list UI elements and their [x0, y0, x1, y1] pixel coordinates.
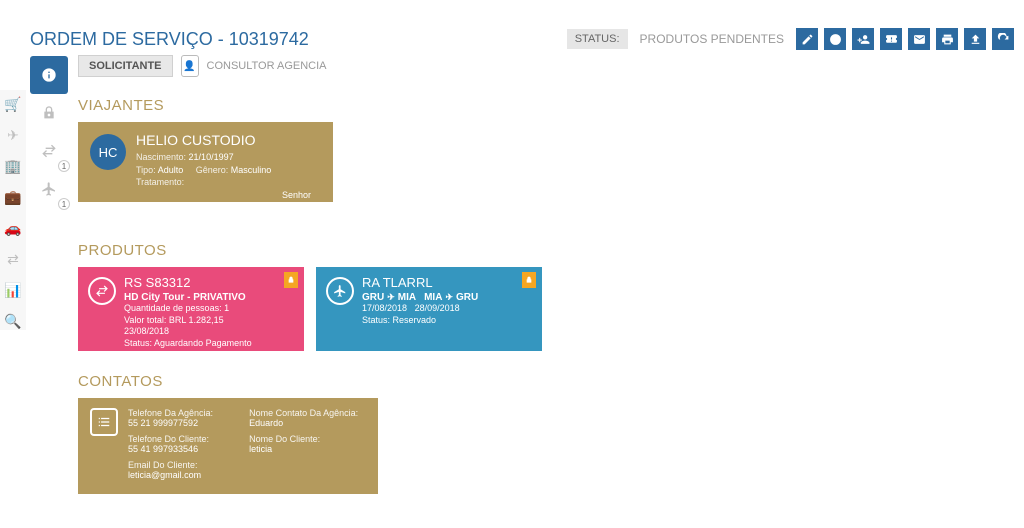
content-area: SOLICITANTE 👤 CONSULTOR AGENCIA VIAJANTE… — [78, 55, 1014, 528]
warning-tag-icon — [522, 272, 536, 288]
flight-route: GRU✈MIA MIA✈GRU — [362, 292, 478, 303]
status-value: PRODUTOS PENDENTES — [634, 28, 790, 50]
traveler-avatar: HC — [90, 134, 126, 170]
contacts-card[interactable]: Telefone Da Agência: 55 21 999977592 Nom… — [78, 398, 378, 494]
transfer-product-icon — [88, 277, 116, 305]
order-tabs: 1 1 — [28, 56, 70, 208]
client-phone-value: 55 41 997933546 — [128, 444, 237, 454]
requester-button[interactable]: SOLICITANTE — [78, 55, 173, 77]
traveler-info: HELIO CUSTODIO Nascimento: 21/10/1997 Ti… — [136, 132, 321, 192]
traveler-card[interactable]: HC HELIO CUSTODIO Nascimento: 21/10/1997… — [78, 122, 333, 202]
product-name: HD City Tour - PRIVATIVO — [124, 292, 252, 303]
voucher-button[interactable] — [880, 28, 902, 50]
section-products-title: PRODUTOS — [78, 242, 1014, 259]
product-tour-info: RS S83312 HD City Tour - PRIVATIVO Quant… — [124, 275, 252, 343]
traveler-birth: Nascimento: 21/10/1997 — [136, 151, 321, 164]
contacts-grid: Telefone Da Agência: 55 21 999977592 Nom… — [128, 408, 358, 484]
client-email-value: leticia@gmail.com — [128, 470, 237, 480]
edit-button[interactable] — [796, 28, 818, 50]
plane-icon[interactable]: ✈ — [7, 127, 19, 144]
consultant-icon: 👤 — [181, 55, 199, 77]
traveler-name: HELIO CUSTODIO — [136, 132, 321, 148]
product-value: Valor total: BRL 1.282,15 — [124, 315, 252, 327]
building-icon[interactable]: 🏢 — [4, 158, 21, 175]
transfer-icon[interactable]: ⇄ — [7, 251, 19, 268]
products-row: RS S83312 HD City Tour - PRIVATIVO Quant… — [78, 267, 1014, 351]
product-status: Status: Aguardando Pagamento — [124, 338, 252, 350]
product-flight-info: RA TLARRL GRU✈MIA MIA✈GRU 17/08/2018 28/… — [362, 275, 478, 343]
tab-info[interactable] — [30, 56, 68, 94]
page-header: ORDEM DE SERVIÇO - 10319742 STATUS: PROD… — [30, 28, 1014, 50]
agency-phone-value: 55 21 999977592 — [128, 418, 237, 428]
refresh-button[interactable] — [992, 28, 1014, 50]
flight-badge: 1 — [58, 198, 70, 210]
tab-flight[interactable]: 1 — [30, 170, 68, 208]
traveler-treatment: Senhor — [136, 189, 321, 202]
plane-product-icon — [326, 277, 354, 305]
client-email-label: Email Do Cliente: — [128, 460, 237, 470]
agency-phone-label: Telefone Da Agência: — [128, 408, 237, 418]
history-button[interactable] — [824, 28, 846, 50]
app-rail: 🛒 ✈ 🏢 💼 🚗 ⇄ 📊 🔍 — [0, 90, 26, 330]
product-code: RS S83312 — [124, 275, 252, 290]
status-label: STATUS: — [567, 29, 628, 49]
client-phone-label: Telefone Do Cliente: — [128, 434, 237, 444]
flight-code: RA TLARRL — [362, 275, 478, 290]
warning-tag-icon — [284, 272, 298, 288]
checklist-icon — [90, 408, 118, 436]
requester-row: SOLICITANTE 👤 CONSULTOR AGENCIA — [78, 55, 1014, 77]
upload-button[interactable] — [964, 28, 986, 50]
consultant-label: CONSULTOR AGENCIA — [207, 60, 327, 72]
product-card-flight[interactable]: RA TLARRL GRU✈MIA MIA✈GRU 17/08/2018 28/… — [316, 267, 542, 351]
header-actions: STATUS: PRODUTOS PENDENTES — [567, 28, 1014, 50]
flight-dates: 17/08/2018 28/09/2018 — [362, 303, 478, 315]
add-person-button[interactable] — [852, 28, 874, 50]
product-date: 23/08/2018 — [124, 326, 252, 338]
tab-transfer[interactable]: 1 — [30, 132, 68, 170]
car-icon[interactable]: 🚗 — [4, 220, 21, 237]
client-name-value: leticia — [249, 444, 358, 454]
client-name-label: Nome Do Cliente: — [249, 434, 358, 444]
briefcase-icon[interactable]: 💼 — [4, 189, 21, 206]
print-button[interactable] — [936, 28, 958, 50]
chart-icon[interactable]: 📊 — [4, 282, 21, 299]
flight-status: Status: Reservado — [362, 315, 478, 327]
agency-contact-label: Nome Contato Da Agência: — [249, 408, 358, 418]
agency-contact-value: Eduardo — [249, 418, 358, 428]
section-travelers-title: VIAJANTES — [78, 97, 1014, 114]
search-icon[interactable]: 🔍 — [4, 313, 21, 330]
page-title: ORDEM DE SERVIÇO - 10319742 — [30, 29, 309, 50]
cart-icon[interactable]: 🛒 — [4, 96, 21, 113]
product-people: Quantidade de pessoas: 1 — [124, 303, 252, 315]
email-button[interactable] — [908, 28, 930, 50]
section-contacts-title: CONTATOS — [78, 373, 1014, 390]
traveler-type-gender: Tipo: Adulto Gênero: Masculino Tratament… — [136, 164, 321, 189]
product-card-tour[interactable]: RS S83312 HD City Tour - PRIVATIVO Quant… — [78, 267, 304, 351]
tab-payment[interactable] — [30, 94, 68, 132]
